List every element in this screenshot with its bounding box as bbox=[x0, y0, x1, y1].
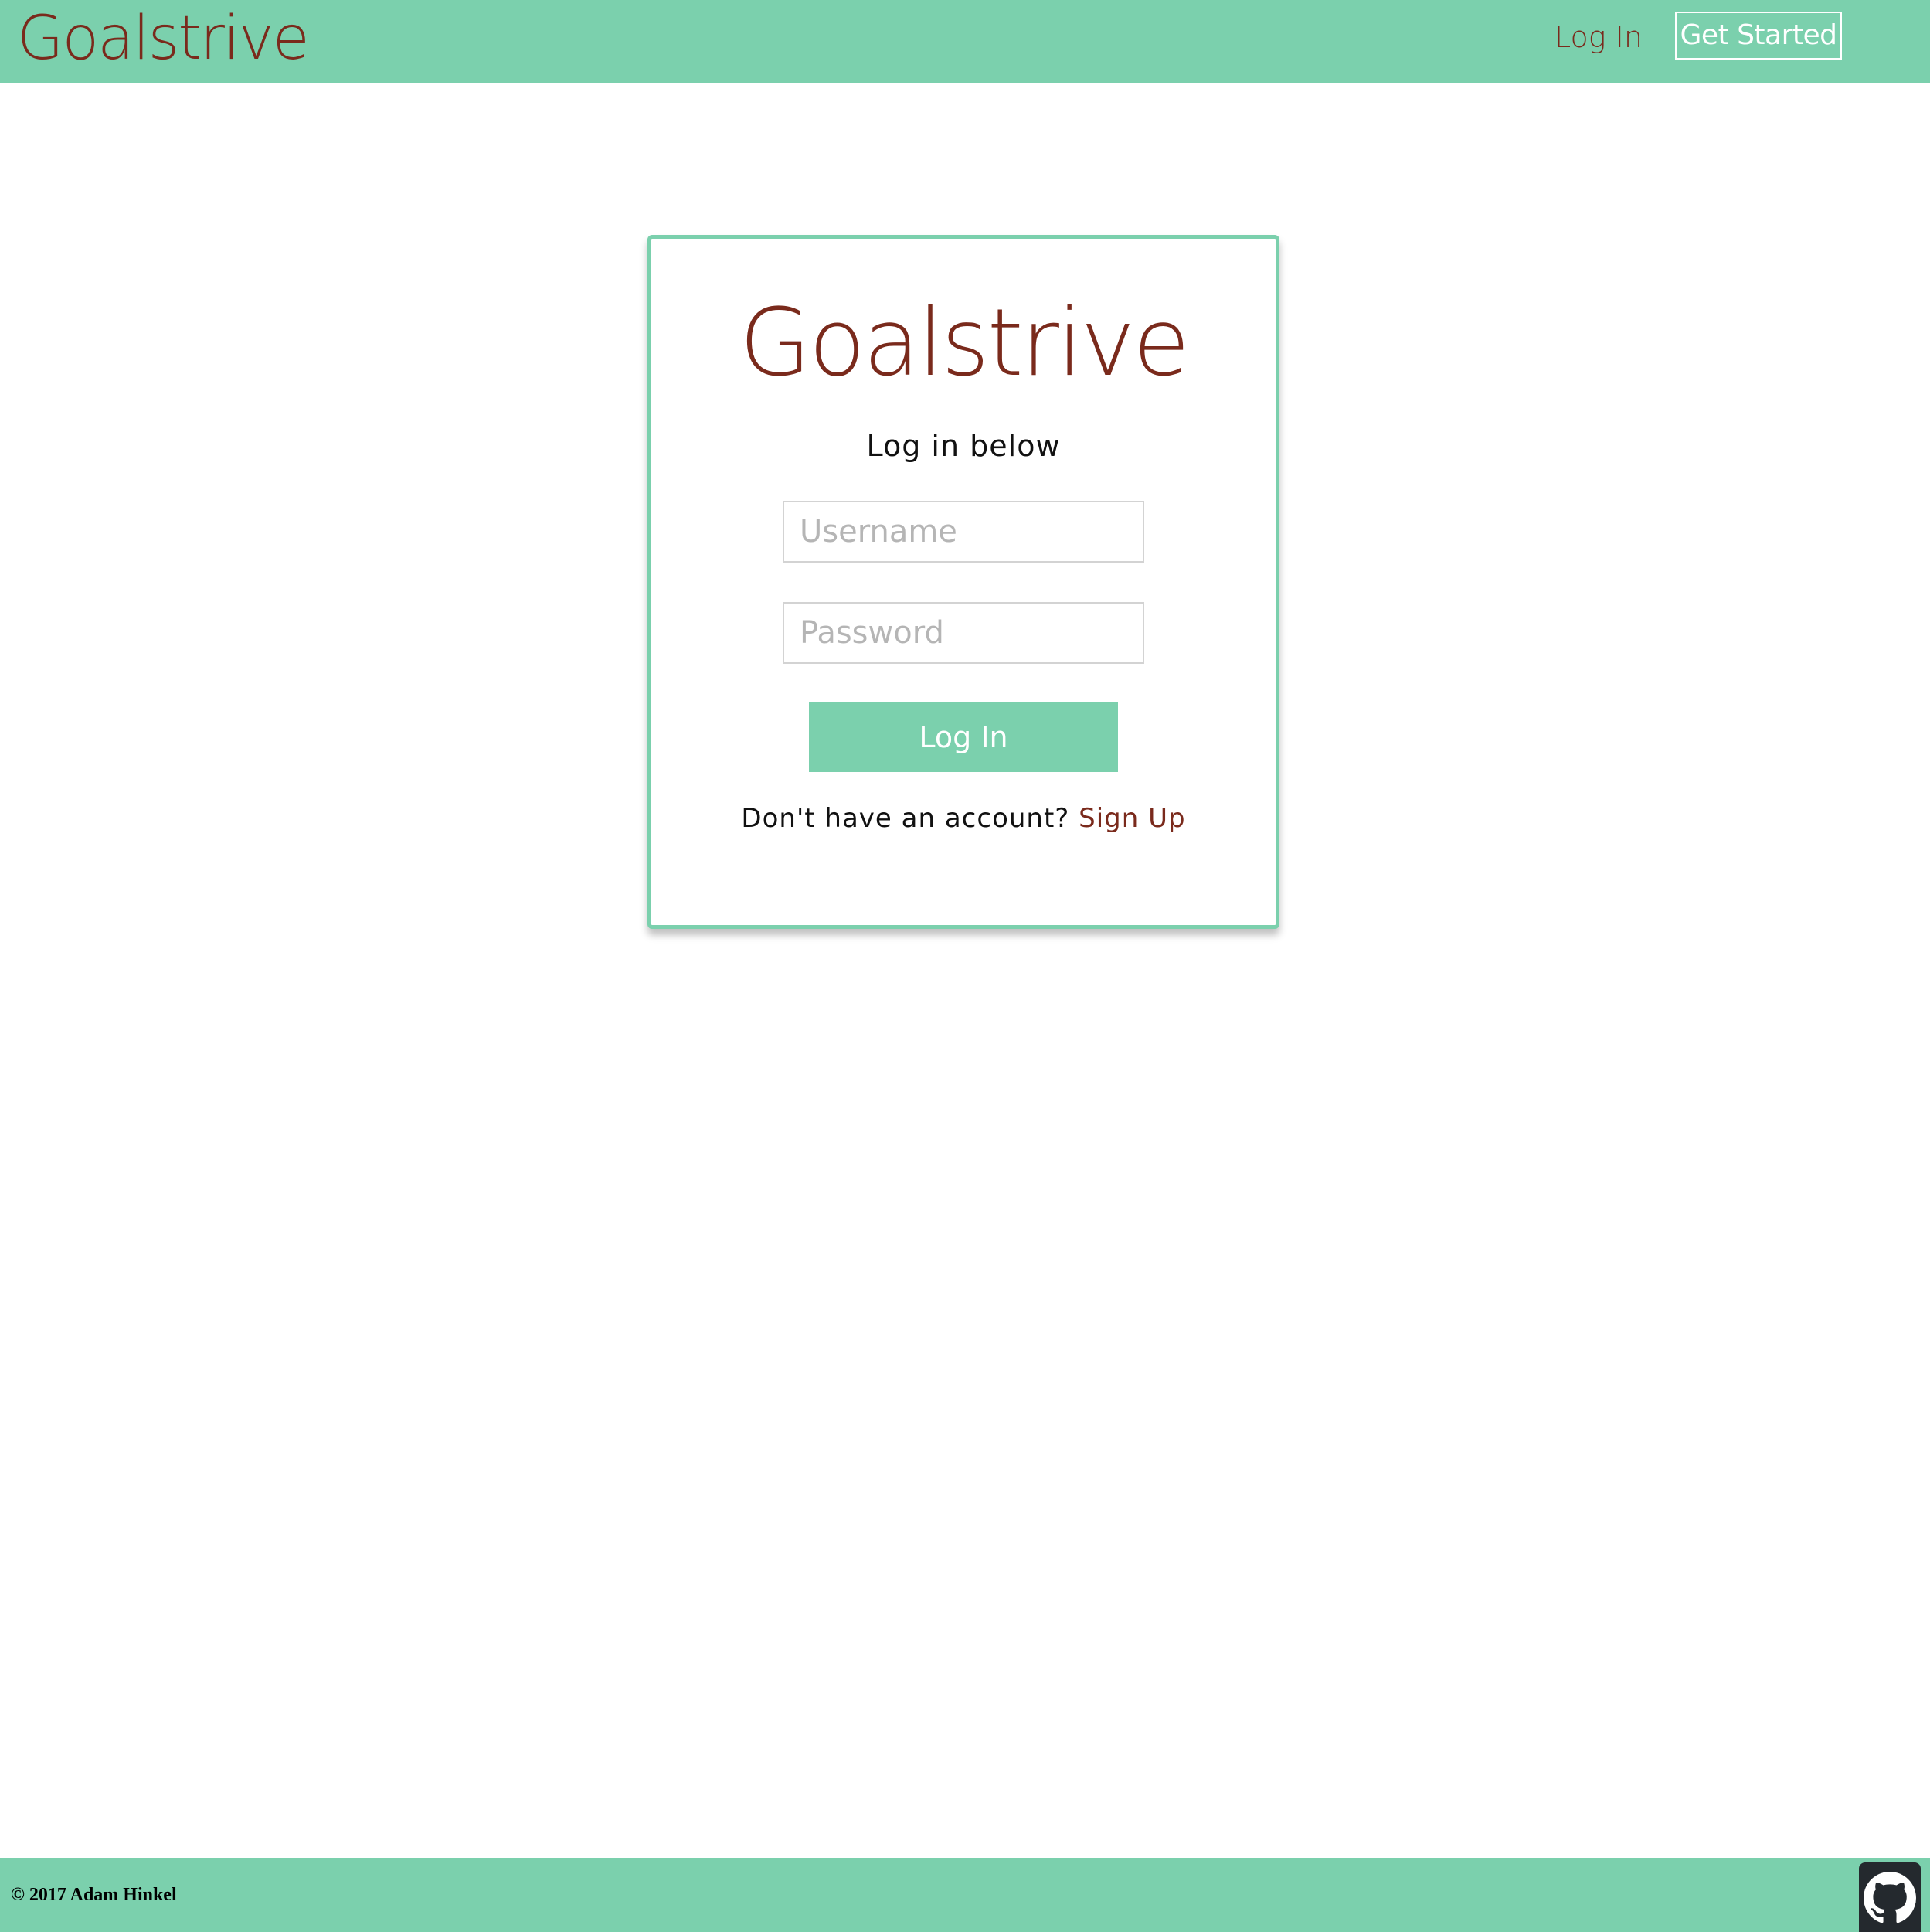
top-navbar: Goalstrive Log In Get Started bbox=[0, 0, 1930, 83]
get-started-button[interactable]: Get Started bbox=[1675, 12, 1842, 60]
signup-prompt: Don't have an account? bbox=[741, 803, 1070, 834]
card-logo: Goalstrive bbox=[739, 290, 1190, 397]
page: Goalstrive Log In Get Started Goalstrive… bbox=[0, 0, 1930, 1932]
copyright-text: © 2017 Adam Hinkel bbox=[11, 1885, 177, 1905]
github-icon bbox=[1864, 1872, 1916, 1923]
username-input[interactable] bbox=[783, 501, 1144, 563]
brand-logo-link[interactable]: Goalstrive bbox=[17, 3, 310, 74]
signup-line: Don't have an account? Sign Up bbox=[651, 800, 1276, 837]
login-subtitle: Log in below bbox=[866, 429, 1061, 463]
nav-login-link[interactable]: Log In bbox=[1555, 17, 1643, 57]
signup-link[interactable]: Sign Up bbox=[1079, 803, 1185, 834]
github-link[interactable] bbox=[1859, 1862, 1921, 1932]
password-input[interactable] bbox=[783, 602, 1144, 664]
login-card: Goalstrive Log in below Log In Don't hav… bbox=[647, 235, 1279, 929]
footer: © 2017 Adam Hinkel bbox=[0, 1858, 1930, 1932]
login-submit-button[interactable]: Log In bbox=[809, 702, 1118, 772]
